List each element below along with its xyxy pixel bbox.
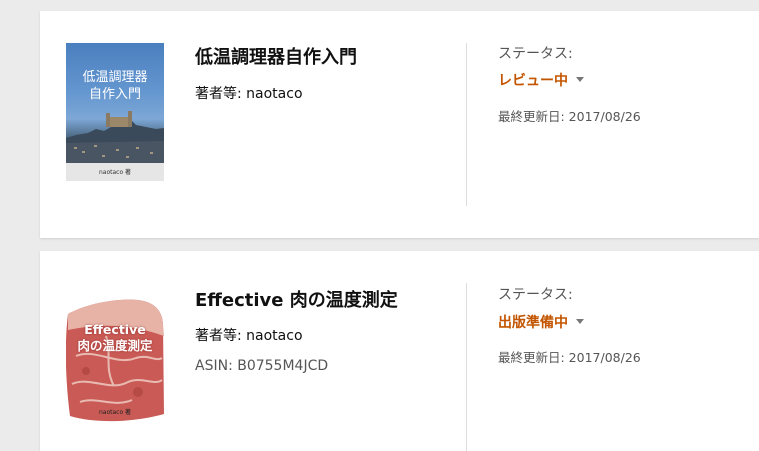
book-author: 著者等: naotaco xyxy=(195,86,303,102)
book-asin: ASIN: B0755M4JCD xyxy=(195,358,329,374)
last-updated: 最終更新日: 2017/08/26 xyxy=(498,350,641,365)
cover-cityscape xyxy=(66,111,164,163)
book-card: Effective 肉の温度測定 naotaco 著 Effective 肉の温… xyxy=(40,251,759,451)
status-value: レビュー中 xyxy=(498,73,568,89)
last-updated: 最終更新日: 2017/08/26 xyxy=(498,109,641,124)
caret-down-icon xyxy=(576,318,584,324)
book-cover-image[interactable]: 低温調理器 自作入門 naotaco 著 xyxy=(66,43,164,181)
book-cover-image[interactable]: Effective 肉の温度測定 naotaco 著 xyxy=(66,296,164,424)
status-label: ステータス: xyxy=(498,287,573,303)
status-value: 出版準備中 xyxy=(498,315,568,331)
cover-title: 低温調理器 自作入門 xyxy=(82,70,148,102)
cover-title: Effective 肉の温度測定 xyxy=(77,322,153,353)
status-dropdown[interactable]: レビュー中 xyxy=(498,70,584,90)
book-title[interactable]: 低温調理器自作入門 xyxy=(195,43,357,69)
book-author: 著者等: naotaco xyxy=(195,328,303,344)
column-divider xyxy=(466,283,467,451)
caret-down-icon xyxy=(576,76,584,82)
cover-author: naotaco 著 xyxy=(98,409,132,416)
status-dropdown[interactable]: 出版準備中 xyxy=(498,312,584,332)
cover-author: naotaco 著 xyxy=(98,169,132,176)
column-divider xyxy=(466,43,467,206)
book-card: 低温調理器 自作入門 naotaco 著 低温調理器自作入門 著者等: naot… xyxy=(40,11,759,238)
cover-meat-illustration xyxy=(66,299,164,422)
status-label: ステータス: xyxy=(498,46,573,62)
book-title[interactable]: Effective 肉の温度測定 xyxy=(195,286,398,312)
